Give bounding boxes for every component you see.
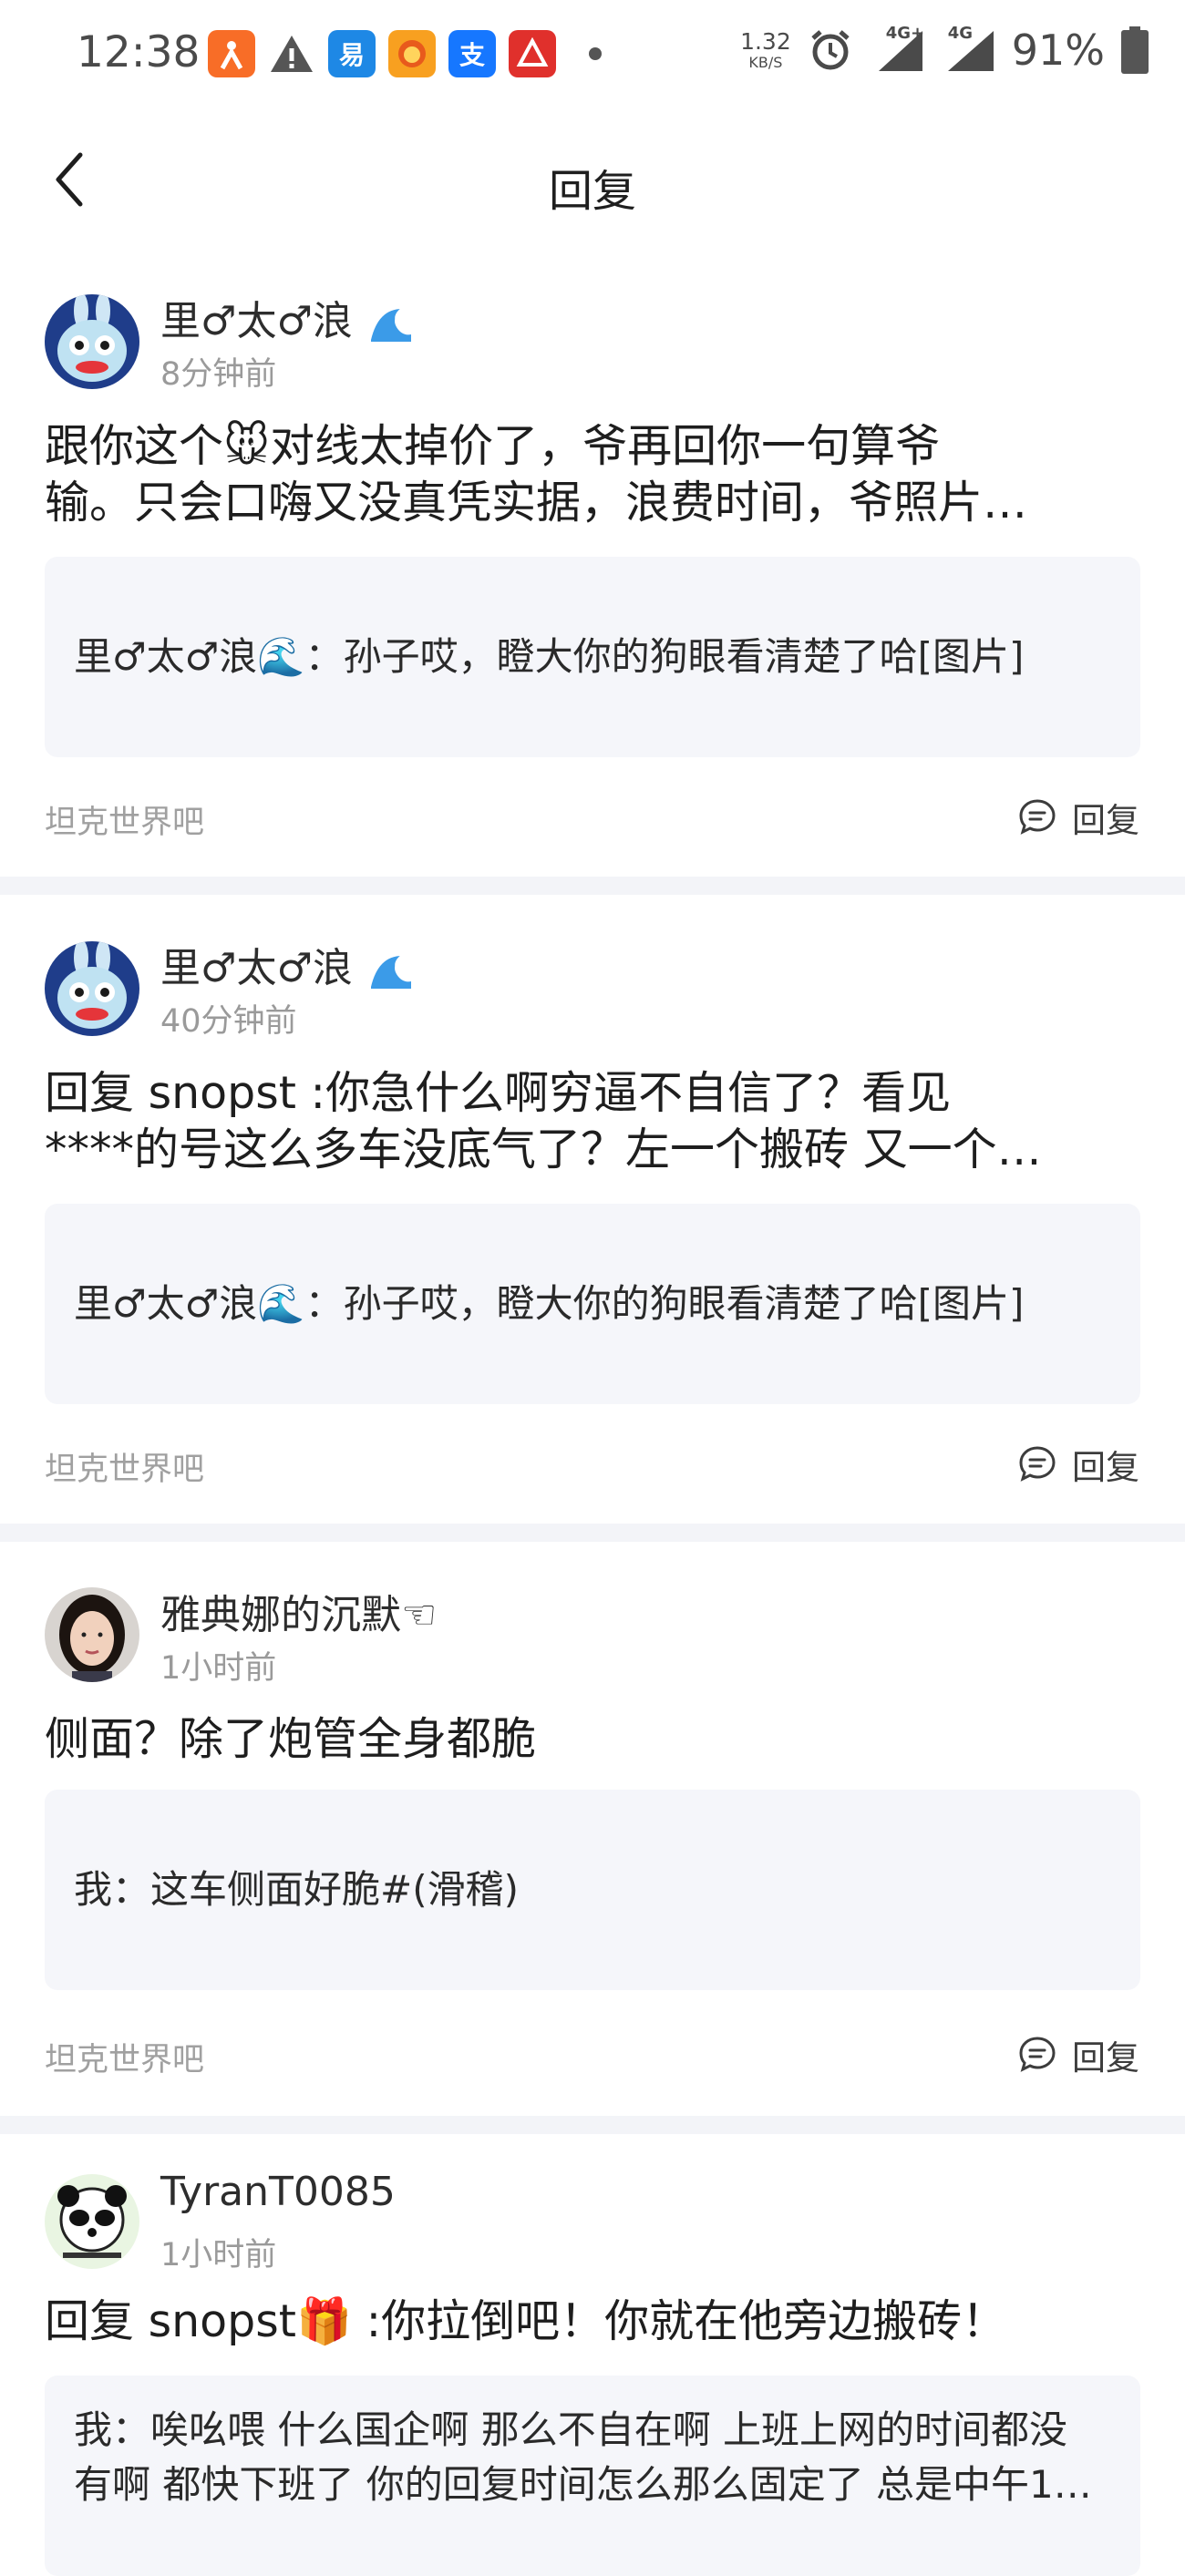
status-bar: 12:38 易 支 1.32 KB/S 4G+ 4G 91%	[0, 0, 1185, 111]
status-right: 1.32 KB/S 4G+ 4G 91%	[740, 24, 1149, 75]
content-line-1: 跟你这个🐭对线太掉价了，爷再回你一句算爷	[45, 420, 941, 472]
content-line-1: 回复 snopst :你急什么啊穷逼不自信了？看见	[45, 1067, 952, 1119]
content-line-1: 侧面？除了炮管全身都脆	[45, 1713, 537, 1765]
quote-line-1: 我：这车侧面好脆#(滑稽)	[74, 1867, 519, 1912]
quoted-comment[interactable]: 我：唉吆喂 什么国企啊 那么不自在啊 上班上网的时间都没 有啊 都快下班了 你的…	[45, 2376, 1140, 2576]
forum-name[interactable]: 坦克世界吧	[45, 796, 204, 843]
quote-line-1: 里♂太♂浪🌊：孙子哎，瞪大你的狗眼看清楚了哈[图片]	[74, 634, 1025, 679]
reply-label: 回复	[1072, 1448, 1139, 1487]
quote-line-1: 里♂太♂浪🌊：孙子哎，瞪大你的狗眼看清楚了哈[图片]	[74, 1281, 1025, 1326]
reply-label: 回复	[1072, 801, 1139, 840]
card-divider	[0, 877, 1185, 895]
avatar[interactable]	[45, 941, 139, 1036]
nav-header: 回复	[0, 111, 1185, 248]
reply-card[interactable]: 里♂太♂浪 8分钟前 跟你这个🐭对线太掉价了，爷再回你一句算爷 输。只会口嗨又没…	[0, 248, 1185, 877]
content-line-1: 回复 snopst🎁 :你拉倒吧！你就在他旁边搬砖！	[45, 2295, 1007, 2347]
post-time: 1小时前	[160, 2237, 277, 2273]
reply-content[interactable]: 跟你这个🐭对线太掉价了，爷再回你一句算爷 输。只会口嗨又没真凭实据，浪费时间，爷…	[45, 418, 1139, 531]
quote-text: 我：唉吆喂 什么国企啊 那么不自在啊 上班上网的时间都没 有啊 都快下班了 你的…	[74, 2403, 1113, 2512]
reply-label: 回复	[1072, 2038, 1139, 2078]
net-speed-unit: KB/S	[748, 54, 783, 71]
quote-text: 里♂太♂浪🌊：孙子哎，瞪大你的狗眼看清楚了哈[图片]	[74, 630, 1113, 684]
battery-icon	[1121, 26, 1149, 74]
quote-text: 我：这车侧面好脆#(滑稽)	[74, 1863, 1113, 1917]
page-title: 回复	[548, 166, 636, 217]
card-divider	[0, 2116, 1185, 2134]
content-line-2: ****的号这么多车没底气了？左一个搬砖 又一个…	[45, 1124, 1042, 1175]
quote-line-1: 我：唉吆喂 什么国企啊 那么不自在啊 上班上网的时间都没	[74, 2407, 1068, 2452]
wave-icon	[370, 954, 411, 989]
forum-name[interactable]: 坦克世界吧	[45, 1443, 204, 1490]
reply-card[interactable]: 雅典娜的沉默☜ 1小时前 侧面？除了炮管全身都脆 我：这车侧面好脆#(滑稽) 坦…	[0, 1542, 1185, 2116]
more-notifications-dot	[589, 47, 602, 60]
reply-button[interactable]: 回复	[1017, 1440, 1139, 1489]
content-line-2: 输。只会口嗨又没真凭实据，浪费时间，爷照片…	[45, 477, 1028, 529]
username[interactable]: 里♂太♂浪	[160, 935, 417, 996]
signal1-label: 4G+	[885, 24, 925, 43]
quoted-comment[interactable]: 里♂太♂浪🌊：孙子哎，瞪大你的狗眼看清楚了哈[图片]	[45, 1204, 1140, 1404]
net-speed-value: 1.32	[740, 28, 791, 55]
forum-name[interactable]: 坦克世界吧	[45, 2034, 204, 2080]
app-icon-red	[509, 30, 556, 77]
notification-icons: 易 支	[208, 30, 602, 77]
post-time: 8分钟前	[160, 356, 277, 393]
avatar[interactable]	[45, 1587, 139, 1682]
signal2-label: 4G	[947, 24, 974, 43]
reply-content[interactable]: 回复 snopst :你急什么啊穷逼不自信了？看见 ****的号这么多车没底气了…	[45, 1065, 1139, 1178]
post-time: 40分钟前	[160, 1003, 297, 1040]
reply-content[interactable]: 回复 snopst🎁 :你拉倒吧！你就在他旁边搬砖！	[45, 2294, 1139, 2350]
comment-icon	[1019, 799, 1056, 835]
status-time: 12:38	[77, 27, 201, 77]
comment-icon	[1019, 1446, 1056, 1482]
quote-line-2: 有啊 都快下班了 你的回复时间怎么那么固定了 总是中午1…	[74, 2462, 1092, 2507]
avatar[interactable]	[45, 2174, 139, 2269]
battery-percent: 91%	[1011, 26, 1105, 75]
reply-card[interactable]: TyranT0085 1小时前 回复 snopst🎁 :你拉倒吧！你就在他旁边搬…	[0, 2134, 1185, 2576]
comment-icon	[1019, 2037, 1056, 2072]
app-icon-lion	[388, 30, 436, 77]
signal-4g-plus: 4G+	[870, 24, 928, 73]
avatar[interactable]	[45, 294, 139, 389]
quoted-comment[interactable]: 我：这车侧面好脆#(滑稽)	[45, 1790, 1140, 1990]
app-icon-yi: 易	[328, 30, 376, 77]
signal-4g: 4G	[944, 24, 995, 73]
reply-content[interactable]: 侧面？除了炮管全身都脆	[45, 1711, 1139, 1768]
wave-icon	[370, 307, 411, 342]
card-divider	[0, 1524, 1185, 1542]
username[interactable]: 雅典娜的沉默☜	[160, 1582, 437, 1640]
reply-button[interactable]: 回复	[1017, 793, 1139, 842]
username[interactable]: TyranT0085	[160, 2169, 396, 2215]
quoted-comment[interactable]: 里♂太♂浪🌊：孙子哎，瞪大你的狗眼看清楚了哈[图片]	[45, 557, 1140, 757]
reply-card[interactable]: 里♂太♂浪 40分钟前 回复 snopst :你急什么啊穷逼不自信了？看见 **…	[0, 895, 1185, 1524]
quote-text: 里♂太♂浪🌊：孙子哎，瞪大你的狗眼看清楚了哈[图片]	[74, 1277, 1113, 1331]
post-time: 1小时前	[160, 1650, 277, 1687]
username[interactable]: 里♂太♂浪	[160, 288, 417, 349]
reply-button[interactable]: 回复	[1017, 2030, 1139, 2079]
alarm-icon	[811, 30, 850, 70]
app-icon-1	[208, 30, 255, 77]
app-icon-alipay: 支	[448, 30, 496, 77]
network-speed: 1.32 KB/S	[740, 30, 791, 70]
warning-icon	[268, 30, 315, 77]
